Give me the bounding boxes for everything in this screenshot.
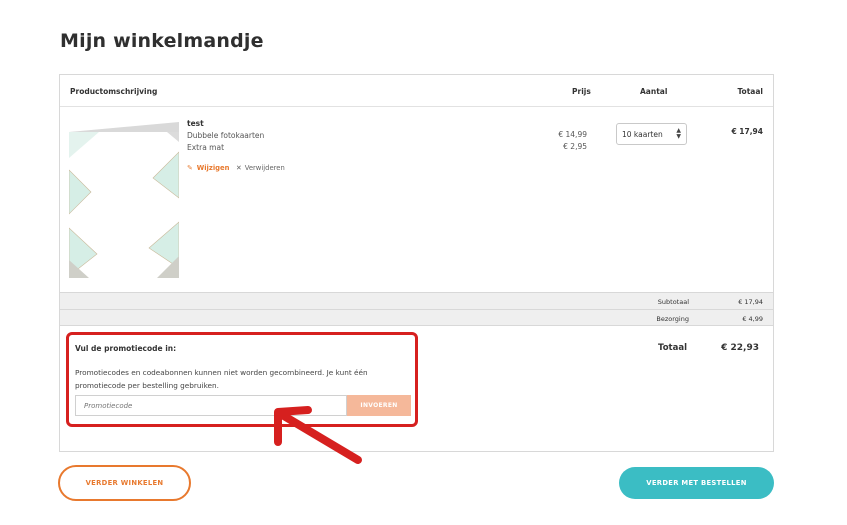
product-option: Extra mat xyxy=(187,143,225,152)
product-type: Dubbele fotokaarten xyxy=(187,131,265,140)
pencil-icon: ✎ xyxy=(187,164,193,172)
shipping-row: Bezorging € 4,99 xyxy=(60,309,773,326)
product-price: € 14,99 xyxy=(558,130,587,139)
header-price: Prijs xyxy=(572,87,591,96)
promo-info-text: Promotiecodes en codeabonnen kunnen niet… xyxy=(75,368,368,390)
subtotal-value: € 17,94 xyxy=(738,298,763,306)
product-name: test xyxy=(187,119,204,128)
remove-label: Verwijderen xyxy=(244,164,285,172)
edit-link[interactable]: ✎ Wijzigen xyxy=(187,164,229,172)
option-price: € 2,95 xyxy=(563,142,587,151)
header-quantity: Aantal xyxy=(640,87,668,96)
red-arrow-icon xyxy=(274,406,362,464)
header-description: Productomschrijving xyxy=(70,87,158,96)
line-total: € 17,94 xyxy=(731,127,763,136)
product-thumbnail[interactable] xyxy=(69,118,179,278)
subtotal-row: Subtotaal € 17,94 xyxy=(60,292,773,309)
continue-order-button[interactable]: VERDER MET BESTELLEN xyxy=(619,467,774,499)
grand-total-value: € 22,93 xyxy=(721,343,759,353)
header-total: Totaal xyxy=(737,87,763,96)
promo-title: Vul de promotiecode in: xyxy=(75,344,177,353)
quantity-value: 10 kaarten xyxy=(622,130,663,139)
quantity-select[interactable]: 10 kaarten ▲ ▼ xyxy=(616,123,687,145)
subtotal-label: Subtotaal xyxy=(657,298,689,306)
page-title: Mijn winkelmandje xyxy=(60,30,264,52)
grand-total-label: Totaal xyxy=(658,343,687,353)
cart-panel: Productomschrijving Prijs Aantal Totaal … xyxy=(59,74,774,452)
stepper-arrows-icon: ▲ ▼ xyxy=(676,127,681,140)
cart-table-header: Productomschrijving Prijs Aantal Totaal xyxy=(60,75,773,107)
continue-shopping-button[interactable]: VERDER WINKELEN xyxy=(58,465,191,501)
edit-label: Wijzigen xyxy=(196,164,230,172)
remove-link[interactable]: ✕ Verwijderen xyxy=(236,164,285,172)
shipping-value: € 4,99 xyxy=(742,315,763,323)
shipping-label: Bezorging xyxy=(656,315,689,323)
close-icon: ✕ xyxy=(236,164,242,172)
